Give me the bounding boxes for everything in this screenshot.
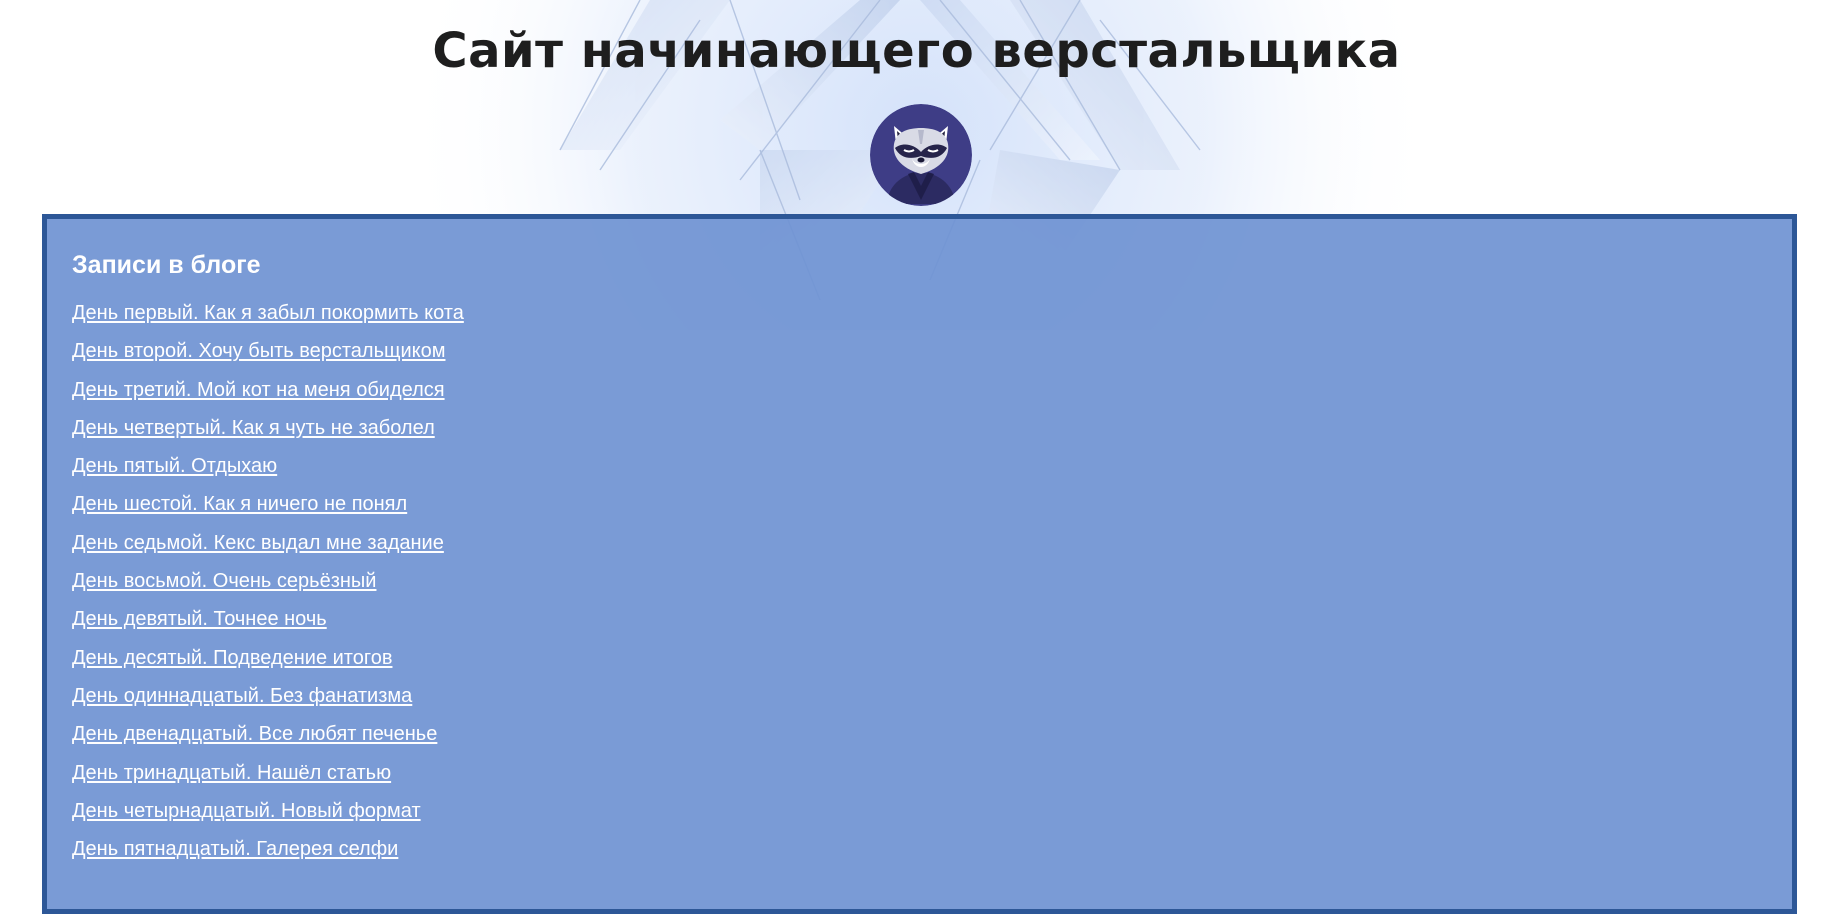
list-item: День двенадцатый. Все любят печенье (72, 722, 464, 760)
post-link-14[interactable]: День четырнадцатый. Новый формат (72, 800, 421, 822)
post-link-2[interactable]: День второй. Хочу быть верстальщиком (72, 340, 445, 362)
post-link-1[interactable]: День первый. Как я забыл покормить кота (72, 302, 464, 324)
list-item: День седьмой. Кекс выдал мне задание (72, 531, 464, 569)
list-item: День восьмой. Очень серьёзный (72, 569, 464, 607)
list-item: День одиннадцатый. Без фанатизма (72, 684, 464, 722)
list-item: День второй. Хочу быть верстальщиком (72, 339, 464, 377)
list-item: День десятый. Подведение итогов (72, 646, 464, 684)
post-link-12[interactable]: День двенадцатый. Все любят печенье (72, 723, 437, 745)
post-link-13[interactable]: День тринадцатый. Нашёл статью (72, 762, 391, 784)
post-link-8[interactable]: День восьмой. Очень серьёзный (72, 570, 376, 592)
post-link-11[interactable]: День одиннадцатый. Без фанатизма (72, 685, 412, 707)
list-item: День шестой. Как я ничего не понял (72, 492, 464, 530)
blog-post-list: День первый. Как я забыл покормить кота … (72, 301, 464, 875)
blog-panel: Записи в блоге День первый. Как я забыл … (42, 214, 1797, 914)
post-link-9[interactable]: День девятый. Точнее ночь (72, 608, 327, 630)
list-item: День третий. Мой кот на меня обиделся (72, 378, 464, 416)
list-item: День пятый. Отдыхаю (72, 454, 464, 492)
post-link-10[interactable]: День десятый. Подведение итогов (72, 647, 392, 669)
post-link-15[interactable]: День пятнадцатый. Галерея селфи (72, 838, 398, 860)
list-item: День четвертый. Как я чуть не заболел (72, 416, 464, 454)
list-item: День тринадцатый. Нашёл статью (72, 761, 464, 799)
post-link-4[interactable]: День четвертый. Как я чуть не заболел (72, 417, 435, 439)
site-title: Сайт начинающего верстальщика (432, 23, 1401, 79)
list-item: День пятнадцатый. Галерея селфи (72, 837, 464, 875)
post-link-5[interactable]: День пятый. Отдыхаю (72, 455, 277, 477)
post-link-7[interactable]: День седьмой. Кекс выдал мне задание (72, 532, 444, 554)
list-item: День четырнадцатый. Новый формат (72, 799, 464, 837)
post-link-6[interactable]: День шестой. Как я ничего не понял (72, 493, 407, 515)
blog-heading: Записи в блоге (72, 251, 261, 279)
raccoon-avatar-icon (870, 104, 972, 206)
list-item: День девятый. Точнее ночь (72, 607, 464, 645)
list-item: День первый. Как я забыл покормить кота (72, 301, 464, 339)
post-link-3[interactable]: День третий. Мой кот на меня обиделся (72, 379, 445, 401)
